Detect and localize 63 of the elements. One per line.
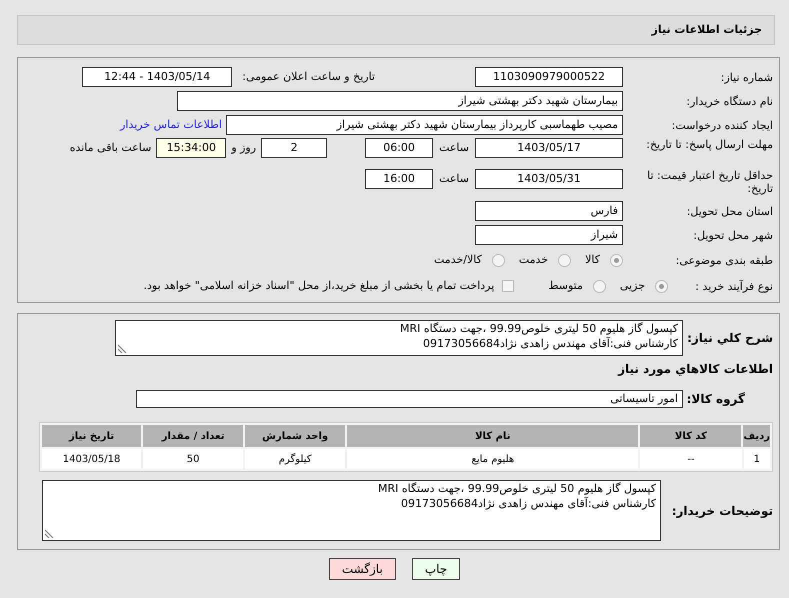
table-cell: کیلوگرم bbox=[245, 449, 346, 469]
remaining-label: ساعت باقی مانده bbox=[70, 140, 152, 156]
description-label: شرح کلي نياز: bbox=[686, 330, 773, 347]
column-header: تاریخ نیاز bbox=[42, 425, 142, 447]
province-field[interactable]: فارس bbox=[475, 201, 623, 221]
radio-label: جزیی bbox=[620, 278, 645, 294]
time-label: ساعت bbox=[439, 171, 469, 187]
payment-checkbox[interactable] bbox=[502, 280, 514, 292]
radio-button[interactable] bbox=[558, 254, 572, 266]
field-label: نام دستگاه خریدار: bbox=[685, 94, 773, 108]
radio-button[interactable] bbox=[592, 280, 606, 292]
resize-grip-icon[interactable] bbox=[118, 344, 127, 353]
field-label: نوع فرآیند خرید : bbox=[694, 280, 773, 292]
print-button[interactable]: چاپ bbox=[412, 558, 460, 580]
column-header: نام کالا bbox=[347, 425, 638, 447]
city-field[interactable]: شیراز bbox=[475, 225, 623, 245]
time-label: ساعت bbox=[439, 140, 469, 156]
column-header: ردیف bbox=[743, 425, 770, 447]
field-label: تاریخ و ساعت اعلان عمومی: bbox=[241, 70, 375, 83]
announce-date-field[interactable]: 1403/05/14 - 12:44 bbox=[82, 67, 232, 87]
validity-time-field[interactable]: 16:00 bbox=[365, 169, 434, 189]
field-label: مهلت ارسال پاسخ: تا تاریخ: bbox=[645, 138, 773, 151]
radio-label: خدمت bbox=[518, 252, 548, 268]
goods-group-field[interactable]: امور تاسیساتی bbox=[136, 390, 683, 408]
buyer-contact-link[interactable]: اطلاعات تماس خریدار bbox=[120, 116, 222, 134]
radio-label: متوسط bbox=[548, 278, 583, 294]
buyer-org-field[interactable]: بیمارستان شهید دکتر بهشتی شیراز bbox=[177, 91, 623, 111]
table-cell: 1403/05/18 bbox=[42, 449, 142, 469]
days-field[interactable]: 2 bbox=[261, 138, 328, 158]
radio-label: کالا/خدمت bbox=[434, 252, 482, 268]
buyer-notes-textarea[interactable]: کپسول گاز هلیوم 50 لیتری خلوص99.99 ،جهت دستگاه MRI کارشناس فنی:آقای مهندس زاهدی نژاد09173056684 bbox=[42, 480, 661, 541]
page-title: جزئیات اطلاعات نیاز bbox=[652, 22, 762, 38]
creator-field[interactable]: مصیب طهماسبی کارپرداز بیمارستان شهید دکتر بهشتی شیراز bbox=[226, 115, 623, 135]
resize-grip-icon[interactable] bbox=[45, 529, 54, 538]
table-cell: 1 bbox=[744, 449, 770, 469]
table-cell: 50 bbox=[143, 449, 244, 469]
radio-button[interactable] bbox=[610, 254, 623, 266]
table-cell: هلیوم مایع bbox=[347, 449, 638, 469]
back-button[interactable]: بازگشت bbox=[328, 558, 396, 580]
payment-note: پرداخت تمام یا بخشی از مبلغ خرید،از محل "اسناد خزانه اسلامی" خواهد بود. bbox=[144, 278, 494, 294]
description-textarea[interactable]: کپسول گاز هلیوم 50 لیتری خلوص99.99 ،جهت دستگاه MRI کارشناس فنی:آقای مهندس زاهدی نژاد09173056684 bbox=[115, 320, 683, 356]
need-number-field[interactable]: 1103090979000522 bbox=[475, 67, 623, 87]
column-header: تعداد / مقدار bbox=[143, 425, 244, 447]
field-label: استان محل تحویل: bbox=[686, 204, 773, 218]
field-label: شهر محل تحویل: bbox=[692, 228, 773, 242]
validity-date-field[interactable]: 1403/05/31 bbox=[475, 169, 623, 189]
field-label: حداقل تاریخ اعتبار قیمت: تا تاریخ: bbox=[646, 169, 773, 195]
field-label: ایجاد کننده درخواست: bbox=[670, 118, 773, 132]
deadline-date-field[interactable]: 1403/05/17 bbox=[475, 138, 623, 158]
goods-group-label: گروه کالا: bbox=[686, 391, 746, 408]
remaining-time-field[interactable]: 15:34:00 bbox=[156, 138, 226, 158]
field-label: طبقه بندی موضوعی: bbox=[674, 254, 773, 266]
days-label: روز و bbox=[231, 140, 256, 156]
column-header: واحد شمارش bbox=[245, 425, 346, 447]
radio-label: کالا bbox=[585, 252, 600, 268]
radio-button[interactable] bbox=[655, 280, 668, 292]
field-label: شماره نیاز: bbox=[720, 70, 773, 84]
table-cell: -- bbox=[640, 449, 742, 469]
column-header: کد کالا bbox=[640, 425, 742, 447]
buyer-notes-label: توضیحات خریدار: bbox=[670, 502, 773, 520]
goods-heading: اطلاعات کالاهاي مورد نياز bbox=[618, 361, 773, 378]
radio-button[interactable] bbox=[492, 254, 505, 266]
deadline-time-field[interactable]: 06:00 bbox=[365, 138, 434, 158]
